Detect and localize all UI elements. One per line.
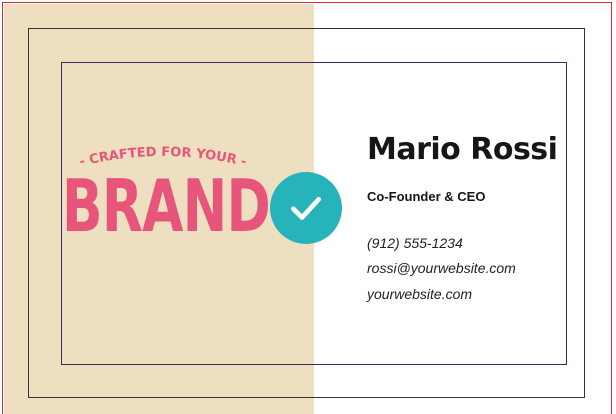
contact-website: yourwebsite.com bbox=[367, 286, 473, 302]
brand-logo-text: BRAND bbox=[62, 164, 271, 248]
contact-phone: (912) 555-1234 bbox=[367, 235, 463, 251]
checkmark-icon bbox=[290, 196, 322, 220]
check-badge[interactable] bbox=[270, 172, 342, 244]
contact-email: rossi@yourwebsite.com bbox=[367, 260, 516, 276]
person-title: Co-Founder & CEO bbox=[367, 189, 486, 204]
person-name: Mario Rossi bbox=[367, 132, 558, 167]
